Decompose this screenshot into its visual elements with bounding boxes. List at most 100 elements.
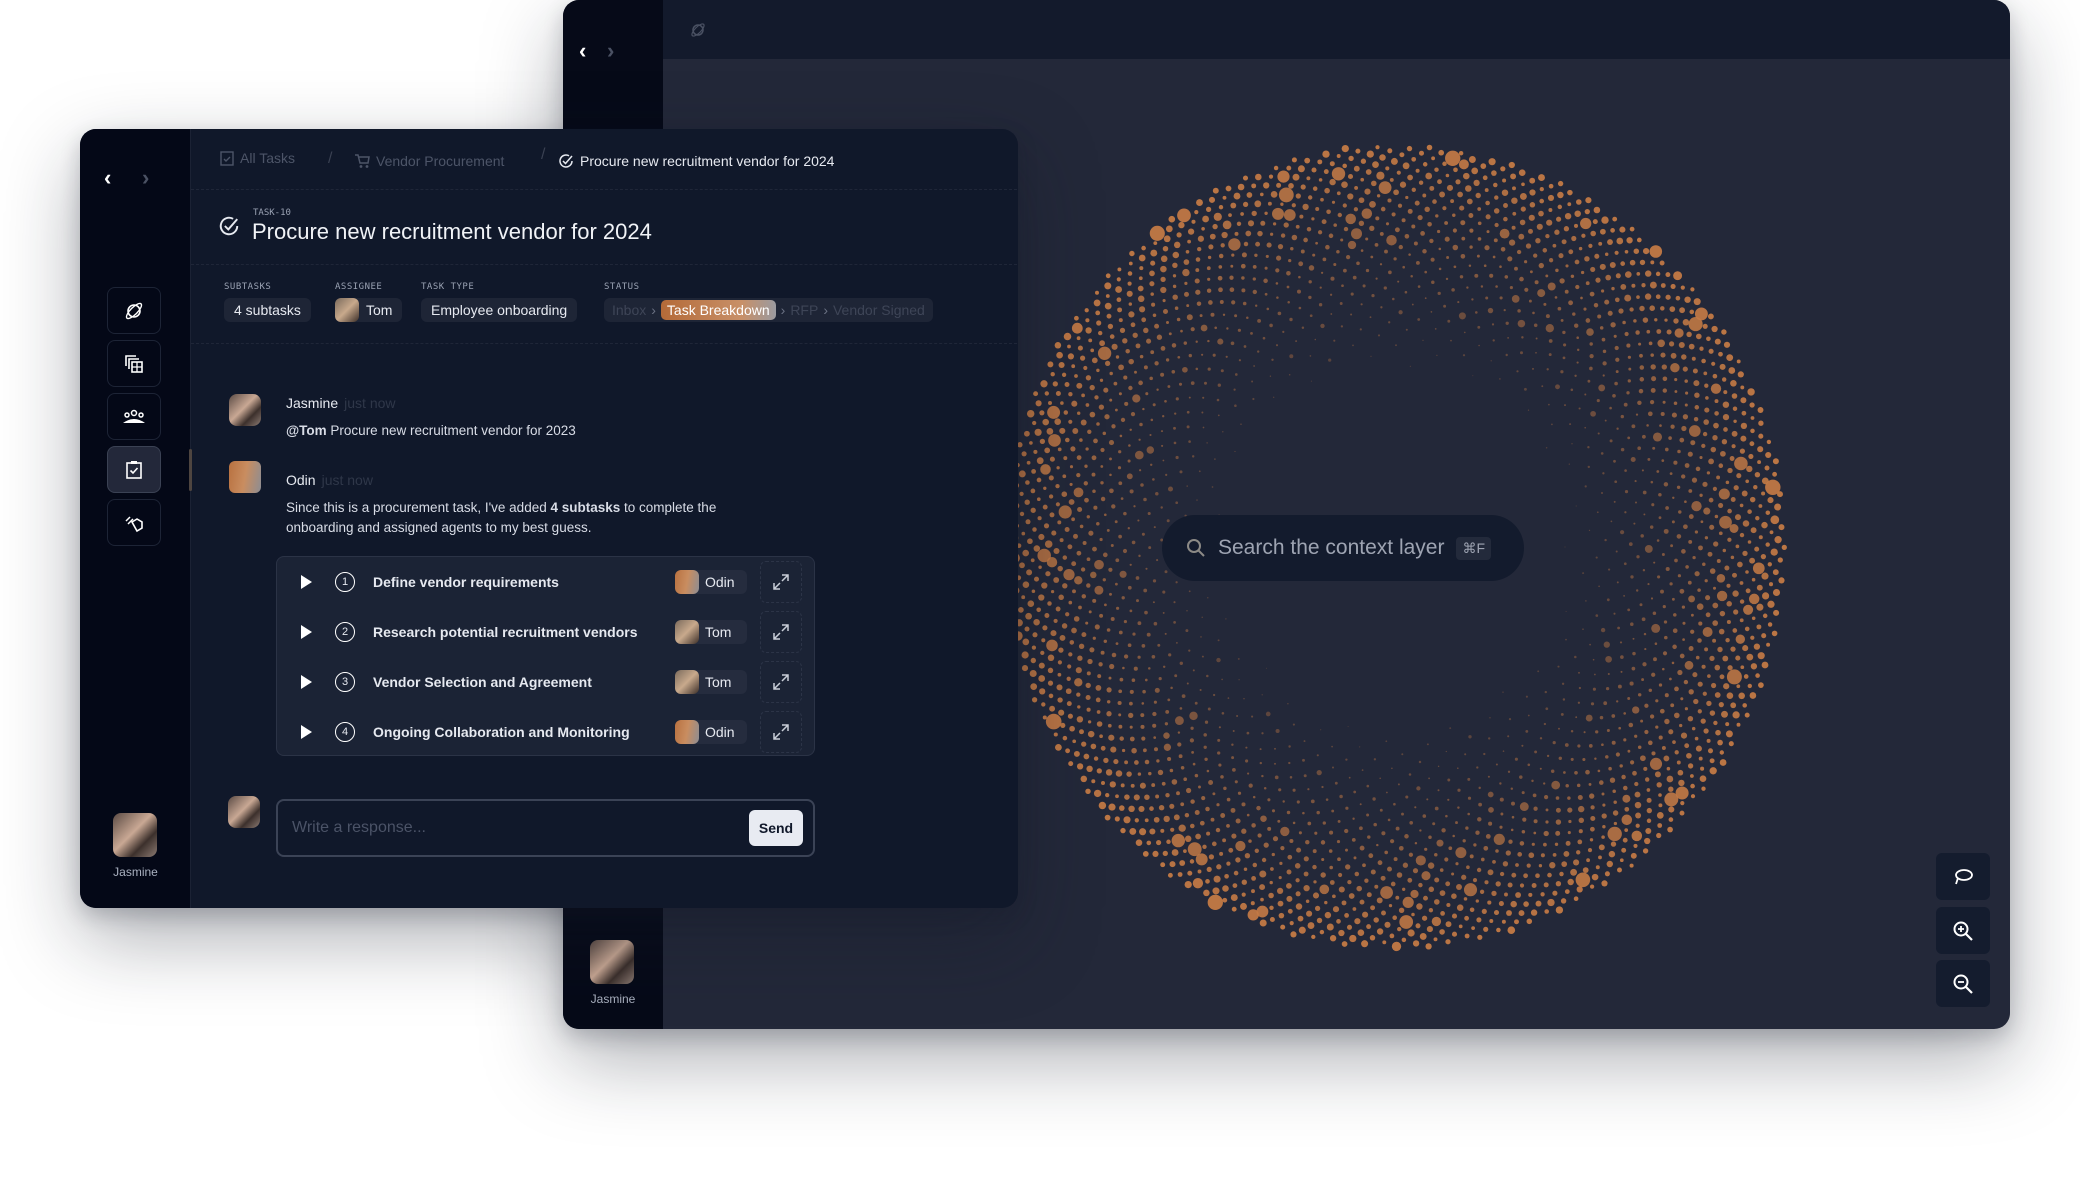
subtask-row[interactable]: 1 Define vendor requirements Odin — [277, 557, 814, 607]
graph-node[interactable] — [1745, 570, 1749, 574]
graph-node[interactable] — [1576, 783, 1581, 788]
graph-node[interactable] — [1324, 187, 1330, 194]
graph-node[interactable] — [1405, 328, 1408, 331]
graph-node[interactable] — [1325, 798, 1329, 801]
graph-node[interactable] — [1690, 783, 1695, 789]
graph-node[interactable] — [1123, 816, 1131, 824]
graph-node[interactable] — [1453, 265, 1457, 269]
graph-node[interactable] — [1232, 883, 1238, 888]
graph-node[interactable] — [1521, 182, 1525, 187]
graph-node[interactable] — [1160, 828, 1165, 833]
graph-node[interactable] — [1545, 314, 1550, 319]
graph-node[interactable] — [1177, 742, 1182, 747]
graph-node[interactable] — [1572, 312, 1576, 316]
graph-node[interactable] — [1359, 826, 1363, 831]
graph-node[interactable] — [1662, 388, 1667, 393]
graph-node[interactable] — [1560, 370, 1564, 374]
graph-node[interactable] — [1589, 353, 1594, 359]
graph-node[interactable] — [1057, 672, 1062, 677]
graph-node[interactable] — [1226, 824, 1230, 828]
graph-node[interactable] — [1401, 937, 1407, 943]
graph-node[interactable] — [1348, 155, 1354, 162]
graph-node[interactable] — [1365, 268, 1370, 273]
graph-node[interactable] — [1160, 372, 1165, 377]
graph-node[interactable] — [1268, 174, 1274, 179]
graph-node[interactable] — [1407, 174, 1413, 181]
graph-node[interactable] — [1110, 746, 1117, 753]
graph-node[interactable] — [1259, 919, 1267, 927]
graph-node[interactable] — [1438, 247, 1442, 251]
graph-node[interactable] — [1603, 641, 1610, 648]
graph-node[interactable] — [1128, 385, 1133, 391]
graph-node[interactable] — [1761, 521, 1768, 529]
graph-node[interactable] — [1271, 809, 1276, 813]
graph-node[interactable] — [1654, 642, 1658, 645]
graph-node[interactable] — [1772, 471, 1778, 477]
graph-node[interactable] — [1704, 579, 1708, 583]
graph-node[interactable] — [1623, 595, 1625, 597]
send-button[interactable]: Send — [749, 810, 803, 846]
graph-node[interactable] — [1201, 226, 1205, 231]
graph-node[interactable] — [1238, 359, 1242, 362]
graph-node[interactable] — [1305, 839, 1310, 845]
graph-node[interactable] — [1658, 793, 1662, 797]
graph-node[interactable] — [1206, 266, 1211, 271]
graph-node[interactable] — [1252, 264, 1257, 269]
graph-node[interactable] — [1350, 313, 1353, 316]
graph-node[interactable] — [1088, 530, 1094, 536]
graph-node[interactable] — [1712, 602, 1719, 609]
graph-node[interactable] — [1199, 820, 1205, 826]
graph-node[interactable] — [1148, 667, 1151, 670]
graph-node[interactable] — [1578, 671, 1580, 674]
graph-node[interactable] — [1555, 819, 1562, 825]
graph-node[interactable] — [1424, 270, 1428, 274]
graph-node[interactable] — [1298, 926, 1306, 934]
graph-node[interactable] — [1348, 776, 1351, 779]
graph-node[interactable] — [1587, 379, 1591, 383]
graph-node[interactable] — [1108, 676, 1112, 680]
graph-node[interactable] — [1682, 638, 1685, 641]
open-subtask-button[interactable] — [760, 611, 802, 653]
graph-node[interactable] — [1225, 355, 1228, 358]
graph-node[interactable] — [1680, 732, 1688, 739]
graph-node[interactable] — [1383, 286, 1387, 290]
graph-node[interactable] — [1245, 746, 1248, 749]
graph-node[interactable] — [1269, 323, 1273, 328]
graph-node[interactable] — [1729, 524, 1739, 533]
graph-node[interactable] — [1639, 377, 1645, 382]
graph-node[interactable] — [1725, 638, 1730, 643]
graph-node[interactable] — [1129, 563, 1132, 566]
graph-node[interactable] — [1149, 806, 1154, 811]
graph-node[interactable] — [1547, 282, 1556, 291]
graph-node[interactable] — [1644, 703, 1649, 708]
graph-node[interactable] — [1691, 726, 1696, 731]
graph-node[interactable] — [1636, 272, 1641, 276]
graph-node[interactable] — [1488, 807, 1494, 813]
graph-node[interactable] — [1613, 500, 1616, 503]
graph-node[interactable] — [1077, 705, 1081, 709]
graph-node[interactable] — [1172, 294, 1178, 300]
graph-node[interactable] — [1171, 849, 1179, 856]
graph-node[interactable] — [1621, 847, 1627, 853]
graph-node[interactable] — [1160, 276, 1166, 283]
graph-node[interactable] — [1616, 700, 1619, 703]
graph-node[interactable] — [1483, 264, 1487, 268]
graph-node[interactable] — [1543, 882, 1549, 888]
graph-node[interactable] — [1668, 786, 1674, 792]
graph-node[interactable] — [1526, 863, 1531, 868]
graph-node[interactable] — [1190, 327, 1195, 332]
subtask-row[interactable]: 4 Ongoing Collaboration and Monitoring Odi… — [277, 707, 814, 757]
graph-node[interactable] — [1131, 678, 1136, 682]
graph-node[interactable] — [1054, 743, 1062, 751]
graph-node[interactable] — [1377, 334, 1381, 337]
graph-node[interactable] — [1356, 261, 1360, 266]
graph-node[interactable] — [1499, 228, 1510, 239]
graph-node[interactable] — [1302, 758, 1305, 762]
graph-node[interactable] — [1761, 661, 1769, 669]
graph-node[interactable] — [1109, 334, 1115, 339]
graph-node[interactable] — [1316, 754, 1319, 757]
graph-node[interactable] — [1570, 868, 1578, 876]
graph-node[interactable] — [1627, 749, 1631, 753]
graph-node[interactable] — [1226, 327, 1229, 330]
graph-node[interactable] — [1172, 284, 1177, 289]
